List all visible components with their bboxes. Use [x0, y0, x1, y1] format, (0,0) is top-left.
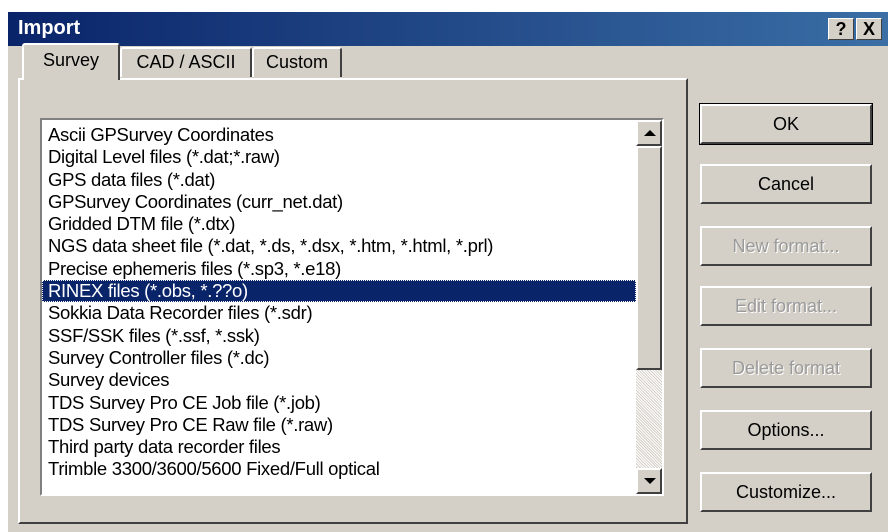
list-item[interactable]: TDS Survey Pro CE Raw file (*.raw)	[42, 414, 636, 436]
options-button[interactable]: Options...	[700, 410, 872, 450]
close-button[interactable]: X	[856, 18, 882, 40]
vertical-scrollbar[interactable]	[636, 120, 662, 494]
cancel-button[interactable]: Cancel	[700, 164, 872, 204]
arrow-down-icon	[644, 478, 656, 484]
new-format-button[interactable]: New format...	[700, 226, 872, 266]
list-item[interactable]: Digital Level files (*.dat;*.raw)	[42, 146, 636, 168]
list-item[interactable]: Third party data recorder files	[42, 436, 636, 458]
scroll-thumb[interactable]	[636, 146, 662, 370]
format-listbox[interactable]: Ascii GPSurvey Coordinates Digital Level …	[40, 118, 664, 496]
list-item[interactable]: GPS data files (*.dat)	[42, 169, 636, 191]
list-item[interactable]: Survey devices	[42, 369, 636, 391]
list-item[interactable]: Sokkia Data Recorder files (*.sdr)	[42, 302, 636, 324]
list-item[interactable]: Trimble 3300/3600/5600 Fixed/Full optica…	[42, 458, 636, 480]
list-item[interactable]: SSF/SSK files (*.ssf, *.ssk)	[42, 325, 636, 347]
format-list: Ascii GPSurvey Coordinates Digital Level …	[42, 124, 636, 481]
tab-cad-ascii[interactable]: CAD / ASCII	[120, 47, 252, 77]
delete-format-button[interactable]: Delete format	[700, 348, 872, 388]
scroll-up-button[interactable]	[636, 120, 662, 146]
tab-survey[interactable]: Survey	[22, 43, 120, 80]
edit-format-button[interactable]: Edit format...	[700, 286, 872, 326]
help-button[interactable]: ?	[828, 18, 854, 40]
list-item[interactable]: Ascii GPSurvey Coordinates	[42, 124, 636, 146]
customize-button[interactable]: Customize...	[700, 472, 872, 512]
dialog-title: Import	[18, 17, 81, 39]
ok-button[interactable]: OK	[699, 103, 873, 145]
list-item[interactable]: GPSurvey Coordinates (curr_net.dat)	[42, 191, 636, 213]
list-item[interactable]: NGS data sheet file (*.dat, *.ds, *.dsx,…	[42, 235, 636, 257]
list-item[interactable]: Precise ephemeris files (*.sp3, *.e18)	[42, 258, 636, 280]
list-item[interactable]: Gridded DTM file (*.dtx)	[42, 213, 636, 235]
list-item[interactable]: RINEX files (*.obs, *.??o)	[42, 280, 636, 303]
title-bar[interactable]: Import ? X	[8, 12, 888, 46]
tab-custom[interactable]: Custom	[252, 47, 342, 77]
list-item[interactable]: Survey Controller files (*.dc)	[42, 347, 636, 369]
arrow-up-icon	[644, 130, 656, 136]
list-item[interactable]: TDS Survey Pro CE Job file (*.job)	[42, 392, 636, 414]
scroll-down-button[interactable]	[636, 468, 662, 494]
